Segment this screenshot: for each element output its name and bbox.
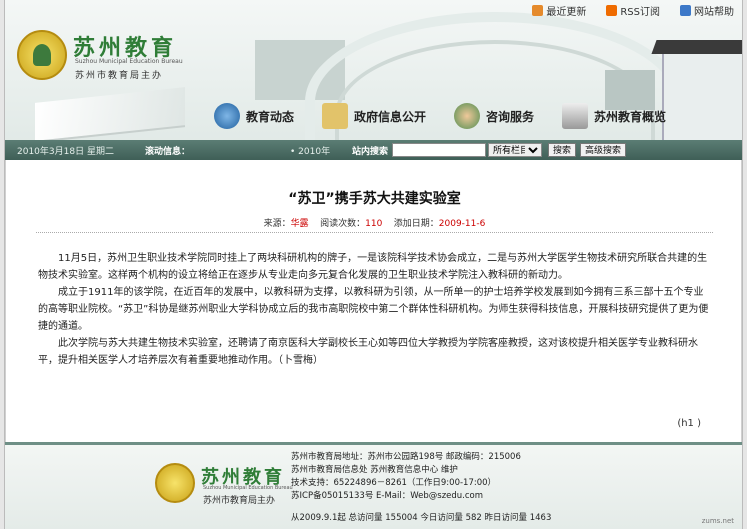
globe-icon	[214, 103, 240, 129]
brand-english: Suzhou Municipal Education Bureau	[75, 58, 183, 65]
folder-icon	[322, 103, 349, 129]
nav-gov-info[interactable]: 政府信息公开	[308, 98, 440, 134]
header-banner: 最近更新 RSS订阅 网站帮助 苏州教育 Suzhou Municipal Ed…	[5, 0, 742, 160]
brand-subtitle: 苏州市教育局主办	[75, 71, 164, 81]
footer-brand-english: Suzhou Municipal Education Bureau	[203, 485, 293, 491]
nav-consult[interactable]: 咨询服务	[440, 98, 548, 134]
search-label: 站内搜索	[352, 146, 389, 157]
article-reads: 110	[365, 219, 383, 229]
info-bar: 2010年3月18日 星期二 滚动信息： • 2010年 站内搜索 所有栏目 搜…	[5, 140, 742, 160]
divider	[36, 232, 713, 233]
site-footer: 苏州教育 Suzhou Municipal Education Bureau 苏…	[5, 442, 742, 529]
help-icon	[680, 5, 691, 16]
people-icon	[454, 103, 481, 129]
page-frame: 最近更新 RSS订阅 网站帮助 苏州教育 Suzhou Municipal Ed…	[4, 0, 743, 529]
footer-icp: 苏ICP备05015133号 E-Mail：Web@szedu.com	[291, 491, 484, 501]
footer-maintainer: 苏州市教育局信息处 苏州教育信息中心 维护	[291, 465, 458, 475]
article-paragraph: 11月5日，苏州卫生职业技术学院同时挂上了两块科研机构的牌子，一是该院科学技术协…	[38, 253, 708, 281]
article-title: “苏卫”携手苏大共建实验室	[288, 191, 461, 207]
book-graphic	[35, 87, 185, 143]
visit-stats: 从2009.9.1起 总访问量 155004 今日访问量 582 昨日访问量 1…	[291, 513, 552, 523]
article-date: 2009-11-6	[438, 219, 486, 229]
article-paragraph: 此次学院与苏大共建生物技术实验室，还聘请了南京医科大学副校长王心如等四位大学教授…	[38, 338, 698, 366]
building-icon	[562, 103, 589, 129]
news-ticker[interactable]: • 2010年	[290, 144, 330, 157]
footer-info: 苏州市教育局地址：苏州市公园路198号 邮政编码：215006 苏州市教育局信息…	[291, 451, 521, 503]
top-link-help[interactable]: 网站帮助	[680, 3, 734, 18]
advanced-search-button[interactable]: 高级搜索	[580, 143, 627, 157]
article-paragraph: 成立于1911年的该学院，在近百年的发展中，以教科研为支撑，以教科研为引领，从一…	[38, 287, 709, 332]
current-date: 2010年3月18日 星期二	[17, 146, 114, 157]
top-link-rss[interactable]: RSS订阅	[606, 3, 660, 18]
article-body: 11月5日，苏州卫生职业技术学院同时挂上了两块科研机构的牌子，一是该院科学技术协…	[38, 250, 713, 369]
top-link-update[interactable]: 最近更新	[532, 3, 586, 18]
footer-address: 苏州市教育局地址：苏州市公园路198号 邮政编码：215006	[291, 452, 521, 462]
article: “苏卫”携手苏大共建实验室 来源：华露 阅读次数：110 添加日期：2009-1…	[5, 160, 742, 442]
search-input[interactable]	[392, 143, 487, 157]
nav-overview[interactable]: 苏州教育概览	[548, 98, 680, 134]
category-select[interactable]: 所有栏目	[488, 143, 543, 157]
rss-icon	[606, 5, 618, 16]
main-nav: 教育动态 政府信息公开 咨询服务 苏州教育概览	[200, 98, 680, 134]
search-button[interactable]: 搜索	[548, 143, 577, 157]
article-meta: 来源：华露 阅读次数：110 添加日期：2009-11-6	[263, 219, 486, 229]
update-icon	[532, 5, 544, 16]
site-logo[interactable]	[17, 30, 67, 80]
news-ticker-label: 滚动信息：	[145, 146, 191, 157]
footer-support: 技术支持：65224896－8261（工作日9:00-17:00）	[291, 478, 497, 488]
article-footer-mark: (h1 )	[677, 418, 701, 429]
footer-brand-subtitle: 苏州市教育局主办	[203, 496, 276, 506]
nav-news[interactable]: 教育动态	[200, 98, 308, 134]
watermark: zums.net	[701, 517, 734, 525]
top-links: 最近更新 RSS订阅 网站帮助	[532, 3, 734, 18]
article-source: 华露	[290, 219, 309, 229]
footer-logo	[155, 463, 195, 503]
